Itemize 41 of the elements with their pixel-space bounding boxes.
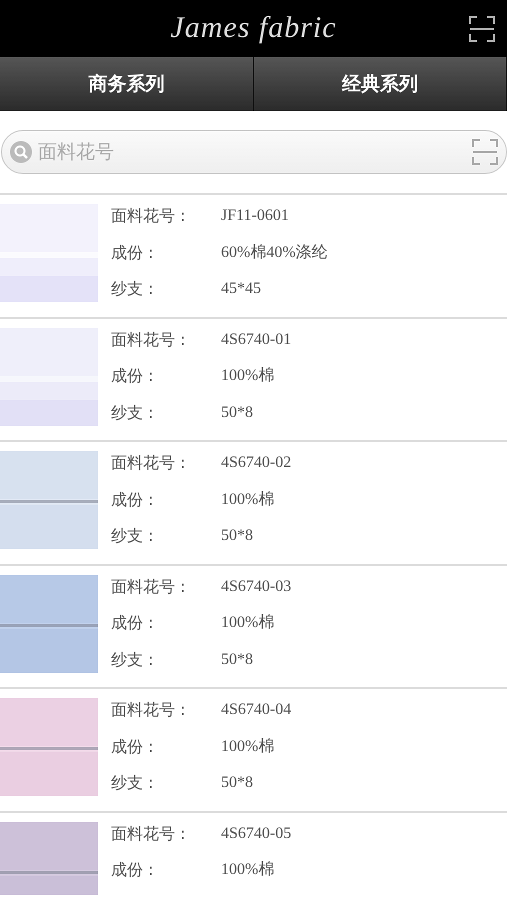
tab[interactable]: 商务系列 xyxy=(0,57,254,111)
search-bar[interactable]: 面料花号 xyxy=(1,130,507,174)
field-label: 面料花号 : xyxy=(111,576,186,598)
tab[interactable]: 经典系列 xyxy=(254,57,507,111)
field-value: 100%棉 xyxy=(221,490,274,510)
field-value: 4S6740-03 xyxy=(221,576,292,596)
field-value: 60%棉40%涤纶 xyxy=(221,242,328,263)
field-value: 4S6740-05 xyxy=(221,824,292,844)
field-value: JF11-0601 xyxy=(221,206,289,226)
field-label: 成份 : xyxy=(111,365,154,388)
app-title: James fabric xyxy=(170,10,337,46)
field-label: 成份 : xyxy=(111,488,154,511)
field-value: 100%棉 xyxy=(221,736,274,757)
field-value: 45*45 xyxy=(221,279,261,300)
field-value: 100%棉 xyxy=(221,860,274,880)
field-label: 纱支 : xyxy=(111,772,154,794)
field-label: 面料花号 : xyxy=(111,822,186,844)
field-label: 面料花号 : xyxy=(111,699,186,721)
field-label: 纱支 : xyxy=(111,648,154,671)
field-label: 面料花号 : xyxy=(111,205,186,227)
field-value: 50*8 xyxy=(221,526,253,546)
field-label: 成份 : xyxy=(111,612,154,634)
field-label: 面料花号 : xyxy=(111,452,186,474)
field-value: 4S6740-01 xyxy=(221,330,292,350)
search-icon xyxy=(10,141,32,163)
field-label: 成份 : xyxy=(111,736,154,758)
field-value: 50*8 xyxy=(221,773,253,794)
field-label: 面料花号 : xyxy=(111,328,186,350)
field-value: 50*8 xyxy=(221,402,253,423)
field-label: 纱支 : xyxy=(111,278,154,300)
field-value: 4S6740-04 xyxy=(221,700,292,720)
field-value: 50*8 xyxy=(221,650,253,670)
field-label: 纱支 : xyxy=(111,402,154,424)
field-label: 成份 : xyxy=(111,242,154,264)
field-value: 100%棉 xyxy=(221,613,274,634)
field-value: 4S6740-02 xyxy=(221,453,292,473)
scan-icon[interactable] xyxy=(469,16,495,42)
field-label: 纱支 : xyxy=(111,525,154,548)
field-label: 成份 : xyxy=(111,859,154,882)
field-value: 100%棉 xyxy=(221,366,274,386)
search-input[interactable]: 面料花号 xyxy=(32,136,472,168)
